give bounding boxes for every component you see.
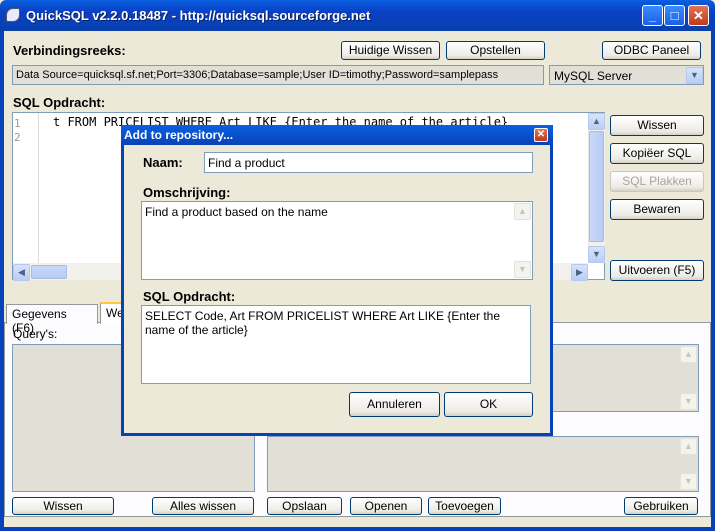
gutter-divider [38, 113, 39, 263]
maximize-button[interactable]: □ [664, 5, 685, 26]
scroll-up-icon[interactable]: ▲ [680, 346, 697, 363]
chevron-down-icon[interactable]: ▼ [686, 67, 703, 84]
scroll-down-icon[interactable]: ▼ [680, 473, 697, 490]
name-label: Naam: [143, 155, 183, 170]
description-label: Omschrijving: [143, 185, 231, 200]
close-button[interactable]: ✕ [688, 5, 709, 26]
use-query-button[interactable]: Gebruiken [624, 497, 698, 515]
connection-string-field[interactable]: Data Source=quicksql.sf.net;Port=3306;Da… [12, 65, 544, 85]
line-number: 1 [14, 117, 21, 130]
tab-data[interactable]: Gegevens (F6) [6, 304, 98, 335]
name-input[interactable]: Find a product [204, 152, 533, 173]
odbc-panel-button[interactable]: ODBC Paneel [602, 41, 701, 60]
sql-label: SQL Opdracht: [13, 95, 106, 110]
setup-button[interactable]: Opstellen [446, 41, 545, 60]
execute-button[interactable]: Uitvoeren (F5) [610, 260, 704, 281]
app-icon [6, 8, 20, 22]
connection-label: Verbindingsreeks: [13, 43, 126, 58]
dialog-sql-textarea[interactable]: SELECT Code, Art FROM PRICELIST WHERE Ar… [141, 305, 531, 384]
dialog-title-bar[interactable]: Add to repository... ✕ [121, 125, 553, 145]
scroll-up-icon[interactable]: ▲ [588, 113, 605, 130]
scroll-down-icon[interactable]: ▼ [514, 261, 531, 278]
scroll-right-icon[interactable]: ▶ [571, 264, 588, 281]
paste-sql-button[interactable]: SQL Plakken [610, 171, 704, 192]
save-sql-button[interactable]: Bewaren [610, 199, 704, 220]
clear-current-button[interactable]: Huidige Wissen [341, 41, 440, 60]
ok-button[interactable]: OK [444, 392, 533, 417]
scroll-up-icon[interactable]: ▲ [680, 438, 697, 455]
window-title: QuickSQL v2.2.0.18487 - http://quicksql.… [26, 8, 371, 23]
clear-queries-button[interactable]: Wissen [12, 497, 114, 515]
scroll-down-icon[interactable]: ▼ [588, 246, 605, 263]
copy-sql-button[interactable]: Kopiëer SQL [610, 143, 704, 164]
description-textarea[interactable]: Find a product based on the name [141, 201, 533, 280]
editor-hscroll-thumb[interactable] [31, 265, 67, 279]
dialog-close-icon[interactable]: ✕ [534, 128, 548, 142]
line-number: 2 [14, 131, 21, 144]
minimize-button[interactable]: _ [642, 5, 663, 26]
dialog-title: Add to repository... [124, 128, 234, 142]
server-type-select[interactable]: MySQL Server [549, 65, 704, 85]
add-query-button[interactable]: Toevoegen [428, 497, 501, 515]
server-type-value: MySQL Server [554, 69, 633, 83]
scroll-left-icon[interactable]: ◀ [13, 264, 30, 281]
editor-vscroll-thumb[interactable] [589, 131, 604, 242]
open-query-button[interactable]: Openen [350, 497, 422, 515]
description-text: Find a product based on the name [145, 205, 328, 219]
scroll-down-icon[interactable]: ▼ [680, 393, 697, 410]
scroll-up-icon[interactable]: ▲ [514, 203, 531, 220]
clear-all-button[interactable]: Alles wissen [152, 497, 254, 515]
title-bar[interactable]: QuickSQL v2.2.0.18487 - http://quicksql.… [0, 0, 715, 31]
dialog-sql-label: SQL Opdracht: [143, 289, 236, 304]
cancel-button[interactable]: Annuleren [349, 392, 440, 417]
clear-sql-button[interactable]: Wissen [610, 115, 704, 136]
queries-label: Query's: [13, 327, 58, 341]
query-sql-box [267, 436, 699, 492]
save-query-button[interactable]: Opslaan [267, 497, 342, 515]
